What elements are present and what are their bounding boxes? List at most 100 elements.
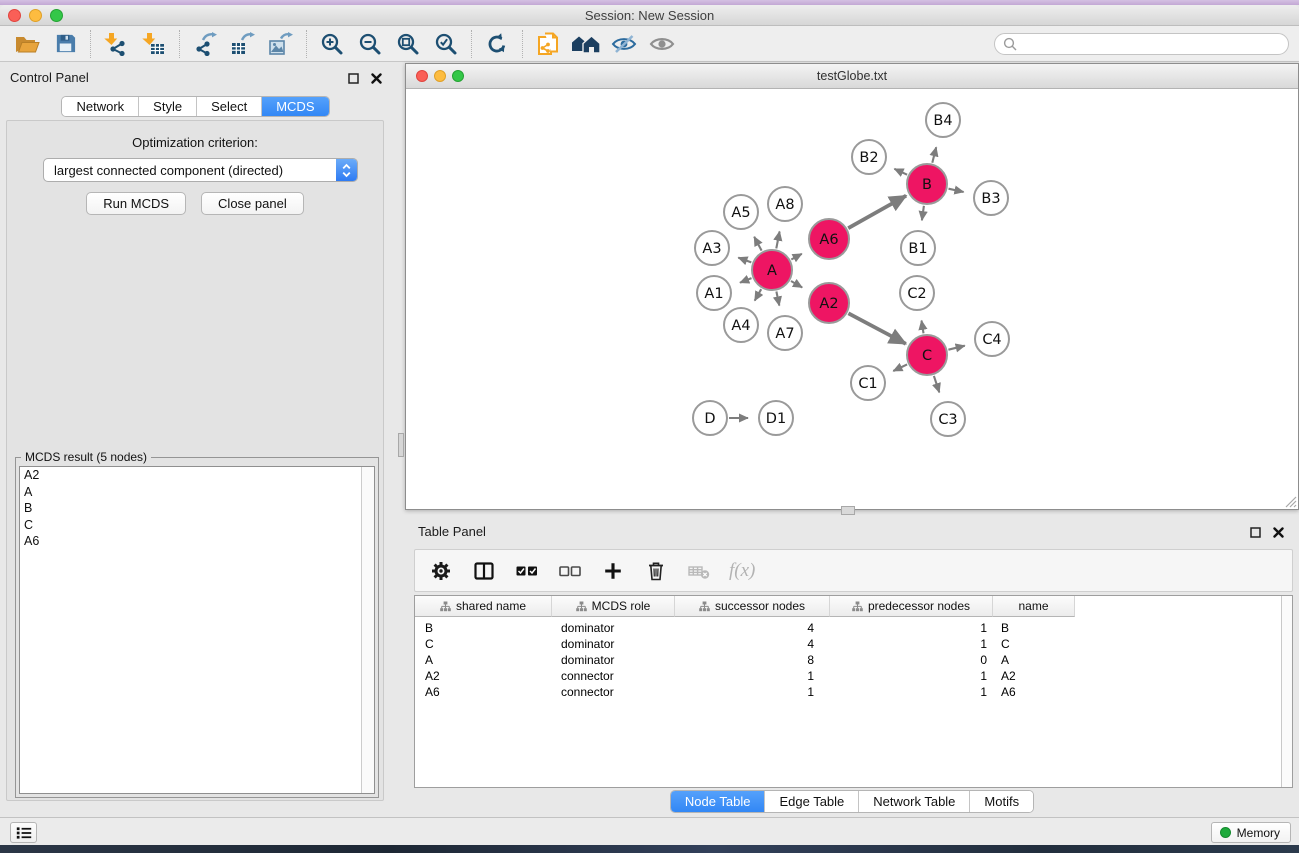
edge-B-B2[interactable]	[894, 169, 907, 175]
home-button[interactable]	[567, 28, 605, 60]
close-panel-button-mcds[interactable]: Close panel	[201, 192, 304, 215]
edge-C-C3[interactable]	[934, 376, 939, 393]
float-table-panel-button[interactable]	[1248, 525, 1262, 539]
hide-selected-button[interactable]	[605, 28, 643, 60]
cell-shared-name[interactable]: C	[415, 636, 552, 652]
cell-predecessors[interactable]: 0	[830, 652, 993, 668]
task-history-button[interactable]	[10, 822, 37, 843]
zoom-fit-button[interactable]	[389, 28, 427, 60]
graph-node-D1[interactable]: D1	[759, 401, 793, 435]
table-settings-button[interactable]	[428, 558, 454, 584]
result-item[interactable]: A6	[20, 533, 374, 550]
cell-shared-name[interactable]: A2	[415, 668, 552, 684]
search-input[interactable]	[1022, 37, 1288, 51]
graph-node-B3[interactable]: B3	[974, 181, 1008, 215]
edge-B-B3[interactable]	[949, 189, 964, 192]
cell-mcds-role[interactable]: dominator	[552, 636, 675, 652]
tab-node-table[interactable]: Node Table	[671, 791, 766, 812]
cell-successors[interactable]: 4	[675, 636, 830, 652]
float-panel-button[interactable]	[346, 71, 360, 85]
edge-A-A2[interactable]	[791, 281, 802, 288]
import-table-button[interactable]	[135, 28, 173, 60]
splitter-handle-left[interactable]	[398, 433, 404, 457]
cell-successors[interactable]: 8	[675, 652, 830, 668]
cell-mcds-role[interactable]: dominator	[552, 652, 675, 668]
graph-node-C[interactable]: C	[907, 335, 947, 375]
graph-node-C3[interactable]: C3	[931, 402, 965, 436]
graph-node-A4[interactable]: A4	[724, 308, 758, 342]
graph-node-D[interactable]: D	[693, 401, 727, 435]
result-item[interactable]: A2	[20, 467, 374, 484]
zoom-in-button[interactable]	[313, 28, 351, 60]
edge-C-C4[interactable]	[948, 346, 964, 350]
cell-shared-name[interactable]: B	[415, 620, 552, 636]
memory-button[interactable]: Memory	[1211, 822, 1291, 843]
graph-node-A6[interactable]: A6	[809, 219, 849, 259]
cell-mcds-role[interactable]: dominator	[552, 620, 675, 636]
graph-node-C4[interactable]: C4	[975, 322, 1009, 356]
graph-node-A7[interactable]: A7	[768, 316, 802, 350]
export-image-button[interactable]	[262, 28, 300, 60]
table-row[interactable]: Cdominator41C	[415, 636, 1292, 652]
zoom-selected-button[interactable]	[427, 28, 465, 60]
column-header-mcds-role[interactable]: MCDS role	[552, 596, 675, 617]
cell-shared-name[interactable]: A6	[415, 684, 552, 700]
show-all-button[interactable]	[643, 28, 681, 60]
cell-shared-name[interactable]: A	[415, 652, 552, 668]
edge-C-C2[interactable]	[922, 321, 924, 334]
column-header-shared-name[interactable]: shared name	[415, 596, 552, 617]
table-row[interactable]: A2connector11A2	[415, 668, 1292, 684]
tab-motifs[interactable]: Motifs	[970, 791, 1033, 812]
clone-network-button[interactable]	[529, 28, 567, 60]
graph-node-C1[interactable]: C1	[851, 366, 885, 400]
export-table-button[interactable]	[224, 28, 262, 60]
cell-mcds-role[interactable]: connector	[552, 684, 675, 700]
splitter-handle-bottom[interactable]	[841, 506, 855, 515]
cell-successors[interactable]: 1	[675, 668, 830, 684]
graph-node-A2[interactable]: A2	[809, 283, 849, 323]
tab-edge-table[interactable]: Edge Table	[765, 791, 859, 812]
edge-C-C1[interactable]	[893, 364, 907, 371]
cell-name[interactable]: C	[993, 636, 1075, 652]
cell-name[interactable]: A	[993, 652, 1075, 668]
edge-A2-C[interactable]	[848, 313, 905, 344]
table-scrollbar[interactable]	[1281, 596, 1292, 787]
criterion-dropdown[interactable]: largest connected component (directed)	[43, 158, 358, 182]
graph-node-B1[interactable]: B1	[901, 231, 935, 265]
result-item[interactable]: B	[20, 500, 374, 517]
edge-A-A7[interactable]	[776, 292, 779, 306]
result-item[interactable]: A	[20, 484, 374, 501]
select-all-columns-button[interactable]	[514, 558, 540, 584]
edge-A6-B[interactable]	[848, 196, 906, 229]
edge-B-B1[interactable]	[922, 206, 924, 221]
export-network-button[interactable]	[186, 28, 224, 60]
result-scrollbar[interactable]	[361, 467, 374, 793]
close-panel-button[interactable]	[369, 71, 383, 85]
tab-network-table[interactable]: Network Table	[859, 791, 970, 812]
deselect-all-columns-button[interactable]	[557, 558, 583, 584]
edge-B-B4[interactable]	[932, 147, 936, 163]
cell-predecessors[interactable]: 1	[830, 668, 993, 684]
edge-A-A4[interactable]	[755, 289, 762, 300]
cell-name[interactable]: A2	[993, 668, 1075, 684]
tab-style[interactable]: Style	[139, 97, 197, 116]
edge-A-A5[interactable]	[754, 237, 761, 251]
graph-node-B4[interactable]: B4	[926, 103, 960, 137]
import-network-button[interactable]	[97, 28, 135, 60]
graph-node-B[interactable]: B	[907, 164, 947, 204]
cell-successors[interactable]: 4	[675, 620, 830, 636]
table-row[interactable]: Bdominator41B	[415, 620, 1292, 636]
zoom-out-button[interactable]	[351, 28, 389, 60]
cell-predecessors[interactable]: 1	[830, 620, 993, 636]
graph-node-A8[interactable]: A8	[768, 187, 802, 221]
column-header-name[interactable]: name	[993, 596, 1075, 617]
graph-node-B2[interactable]: B2	[852, 140, 886, 174]
cell-name[interactable]: A6	[993, 684, 1075, 700]
save-session-button[interactable]	[46, 28, 84, 60]
refresh-button[interactable]	[478, 28, 516, 60]
column-header-successor-nodes[interactable]: successor nodes	[675, 596, 830, 617]
graph-node-C2[interactable]: C2	[900, 276, 934, 310]
network-canvas[interactable]: B4B2BB3A8A5A6A3B1AA1C2A2A4A7C4CC1C3DD1	[406, 89, 1298, 509]
table-row[interactable]: A6connector11A6	[415, 684, 1292, 700]
cell-mcds-role[interactable]: connector	[552, 668, 675, 684]
